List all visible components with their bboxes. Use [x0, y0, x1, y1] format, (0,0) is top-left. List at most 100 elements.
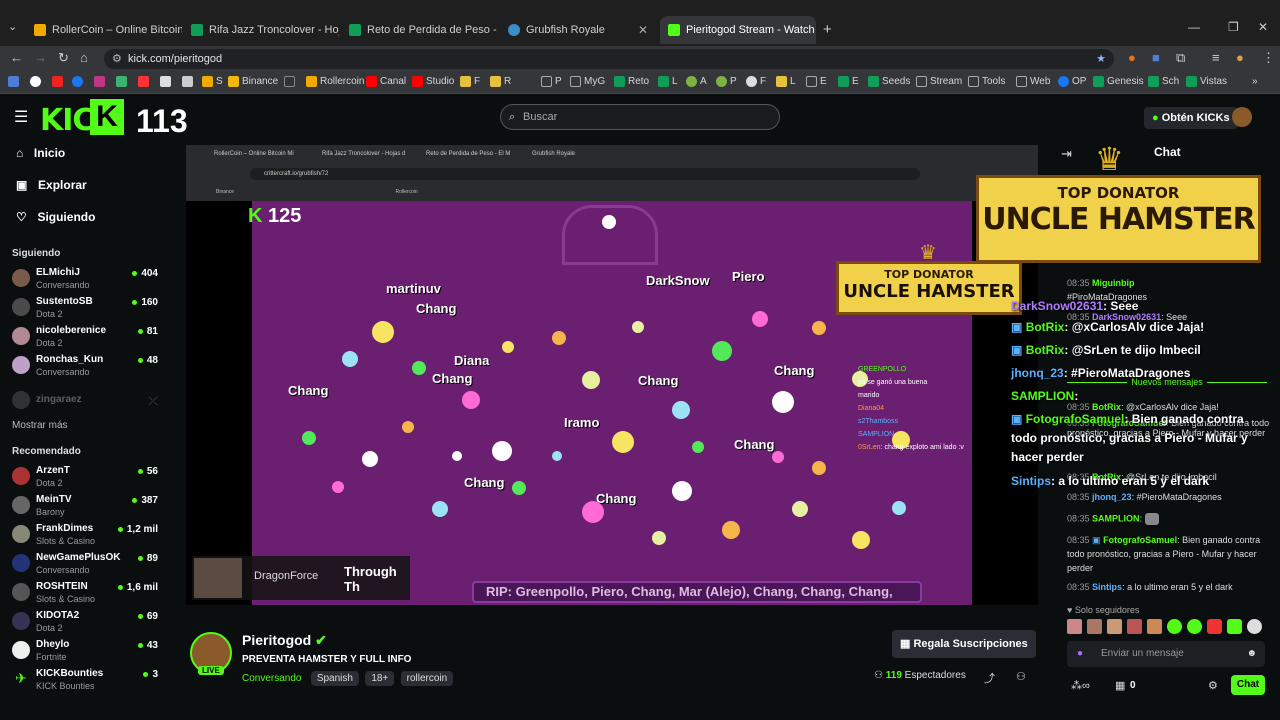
back-icon[interactable]: ←	[10, 50, 23, 65]
video-player[interactable]: RollerCoin – Online Bitcoin Mi Rifa Jazz…	[186, 145, 1038, 605]
nav-following[interactable]: ♡ Siguiendo	[16, 210, 95, 224]
bookmark-star-icon[interactable]: ★	[1096, 49, 1106, 69]
bookmark-icon[interactable]: S	[202, 76, 223, 87]
channel-name[interactable]: Pieritogod ✔	[242, 632, 327, 649]
bookmark-myg[interactable]: MyG	[570, 76, 605, 87]
home-icon[interactable]: ⌂	[80, 50, 88, 65]
emote-icon[interactable]	[1167, 619, 1182, 634]
bookmark-f2[interactable]: F	[746, 76, 766, 87]
bookmark-studio[interactable]: Studio	[412, 76, 454, 87]
offline-channel[interactable]: zingaraez ⤫	[12, 388, 162, 414]
following-channel[interactable]: ELMichiJ Conversando 404	[12, 266, 162, 292]
bookmark-icon[interactable]	[284, 76, 295, 87]
extensions-puzzle-icon[interactable]: ⧉	[1176, 50, 1185, 66]
bookmark-rollercoin[interactable]: Rollercoin	[306, 76, 364, 87]
bookmark-icon[interactable]	[182, 76, 193, 87]
nav-home[interactable]: ⌂ Inicio	[16, 146, 65, 160]
browser-tab[interactable]: Grubfish Royale ✕	[500, 16, 656, 44]
bookmark-icon[interactable]	[30, 76, 41, 87]
bookmark-reto[interactable]: Reto	[614, 76, 649, 87]
emote-icon[interactable]	[1147, 619, 1162, 634]
show-more-link[interactable]: Mostrar más	[12, 420, 68, 431]
bookmark-binance[interactable]: Binance	[228, 76, 278, 87]
search-input[interactable]: ⌕ Buscar	[500, 104, 780, 130]
tag-pill[interactable]: 18+	[365, 671, 395, 686]
bookmark-e2[interactable]: E	[838, 76, 859, 87]
recommended-channel[interactable]: ROSHTEIN Slots & Casino 1,6 mil	[12, 580, 162, 606]
url-field[interactable]: ⚙ kick.com/pieritogod ★	[104, 49, 1114, 69]
emote-icon[interactable]	[1067, 619, 1082, 634]
bookmark-a[interactable]: A	[686, 76, 707, 87]
recommended-channel[interactable]: ArzenT Dota 2 56	[12, 464, 162, 490]
bookmark-icon[interactable]	[138, 76, 149, 87]
bookmark-vistas[interactable]: Vistas	[1186, 76, 1227, 87]
emote-icon[interactable]	[1107, 619, 1122, 634]
extension-fox-icon[interactable]: ●	[1128, 50, 1136, 65]
user-avatar[interactable]	[1232, 107, 1252, 127]
close-window-icon[interactable]: ✕	[1258, 20, 1268, 34]
bookmark-icon[interactable]	[94, 76, 105, 87]
bookmark-icon[interactable]	[116, 76, 127, 87]
following-channel[interactable]: nicoleberenice Dota 2 81	[12, 324, 162, 350]
points-icon[interactable]: ⁂∞	[1071, 679, 1090, 692]
bookmark-seeds[interactable]: Seeds	[868, 76, 910, 87]
tag-pill[interactable]: Spanish	[310, 671, 359, 686]
browser-tab[interactable]: Reto de Perdida de Peso - El M✕	[341, 16, 497, 44]
collapse-chat-icon[interactable]: ⇥	[1061, 146, 1072, 162]
bookmark-e[interactable]: E	[806, 76, 827, 87]
recommended-channel[interactable]: MeinTV Barony 387	[12, 493, 162, 519]
emote-icon[interactable]	[1207, 619, 1222, 634]
more-bookmarks-icon[interactable]: »	[1252, 76, 1258, 87]
bookmark-l[interactable]: L	[658, 76, 678, 87]
browser-tab[interactable]: Rifa Jazz Troncolover - Hojas de✕	[183, 16, 339, 44]
profile-avatar-icon[interactable]: ●	[1236, 50, 1244, 65]
emote-icon[interactable]	[1227, 619, 1242, 634]
bookmark-f[interactable]: F	[460, 76, 480, 87]
bookmark-icon[interactable]	[52, 76, 63, 87]
bookmark-p[interactable]: P	[541, 76, 562, 87]
bookmark-icon[interactable]	[72, 76, 83, 87]
recommended-channel[interactable]: FrankDimes Slots & Casino 1,2 mil	[12, 522, 162, 548]
extension-shield-icon[interactable]: ■	[1152, 50, 1160, 65]
send-chat-button[interactable]: Chat	[1231, 675, 1265, 695]
bookmark-web[interactable]: Web	[1016, 76, 1050, 87]
bookmark-sch[interactable]: Sch	[1148, 76, 1179, 87]
emote-icon[interactable]	[1127, 619, 1142, 634]
tab-search-button[interactable]: ⌄	[8, 20, 17, 33]
emote-icon[interactable]	[1087, 619, 1102, 634]
browser-menu-icon[interactable]: ⋮	[1262, 50, 1275, 66]
gift-subs-button[interactable]: ▦ Regala Suscripciones	[892, 630, 1036, 658]
browser-tab-active[interactable]: Pieritogod Stream - Watch🔊✕	[660, 16, 816, 44]
get-kicks-button[interactable]: ● Obtén KICKs	[1144, 107, 1238, 129]
bookmark-p2[interactable]: P	[716, 76, 737, 87]
bookmark-canal[interactable]: Canal	[366, 76, 406, 87]
bookmark-l2[interactable]: L	[776, 76, 796, 87]
bookmark-genesis[interactable]: Genesis	[1093, 76, 1144, 87]
apps-icon[interactable]	[8, 76, 19, 87]
new-tab-icon[interactable]: +	[823, 21, 832, 38]
bookmark-r[interactable]: R	[490, 76, 511, 87]
close-tab-icon[interactable]: ✕	[638, 23, 648, 37]
site-info-icon[interactable]: ⚙	[112, 49, 122, 69]
reload-icon[interactable]: ↻	[58, 50, 69, 66]
tag-pill[interactable]: rollercoin	[400, 671, 454, 686]
share-icon[interactable]: ⤴	[984, 670, 995, 686]
recommended-channel[interactable]: KIDOTA2 Dota 2 69	[12, 609, 162, 635]
bookmark-op[interactable]: OP	[1058, 76, 1086, 87]
follow-options-icon[interactable]: ⚇	[1016, 670, 1026, 683]
gift-icon[interactable]: ▦	[1115, 679, 1125, 692]
recommended-channel[interactable]: Dheylo Fortnite 43	[12, 638, 162, 664]
browser-tab[interactable]: RollerCoin – Online Bitcoin Mi✕	[26, 16, 182, 44]
chat-settings-icon[interactable]: ⚙	[1208, 679, 1218, 692]
emoji-picker-icon[interactable]: ☻	[1246, 641, 1257, 667]
following-channel[interactable]: SustentoSB Dota 2 160	[12, 295, 162, 321]
maximize-icon[interactable]: ❐	[1228, 20, 1239, 34]
emote-icon[interactable]	[1187, 619, 1202, 634]
hamburger-menu-icon[interactable]: ☰	[14, 107, 28, 127]
forward-icon[interactable]: →	[34, 50, 47, 65]
media-control-icon[interactable]: ≡	[1212, 50, 1220, 65]
chat-message-input[interactable]: ● Enviar un mensaje ☻	[1067, 641, 1265, 667]
recommended-channel[interactable]: NewGamePlusOK Conversando 89	[12, 551, 162, 577]
bookmark-stream[interactable]: Stream	[916, 76, 962, 87]
emote-icon[interactable]	[1247, 619, 1262, 634]
